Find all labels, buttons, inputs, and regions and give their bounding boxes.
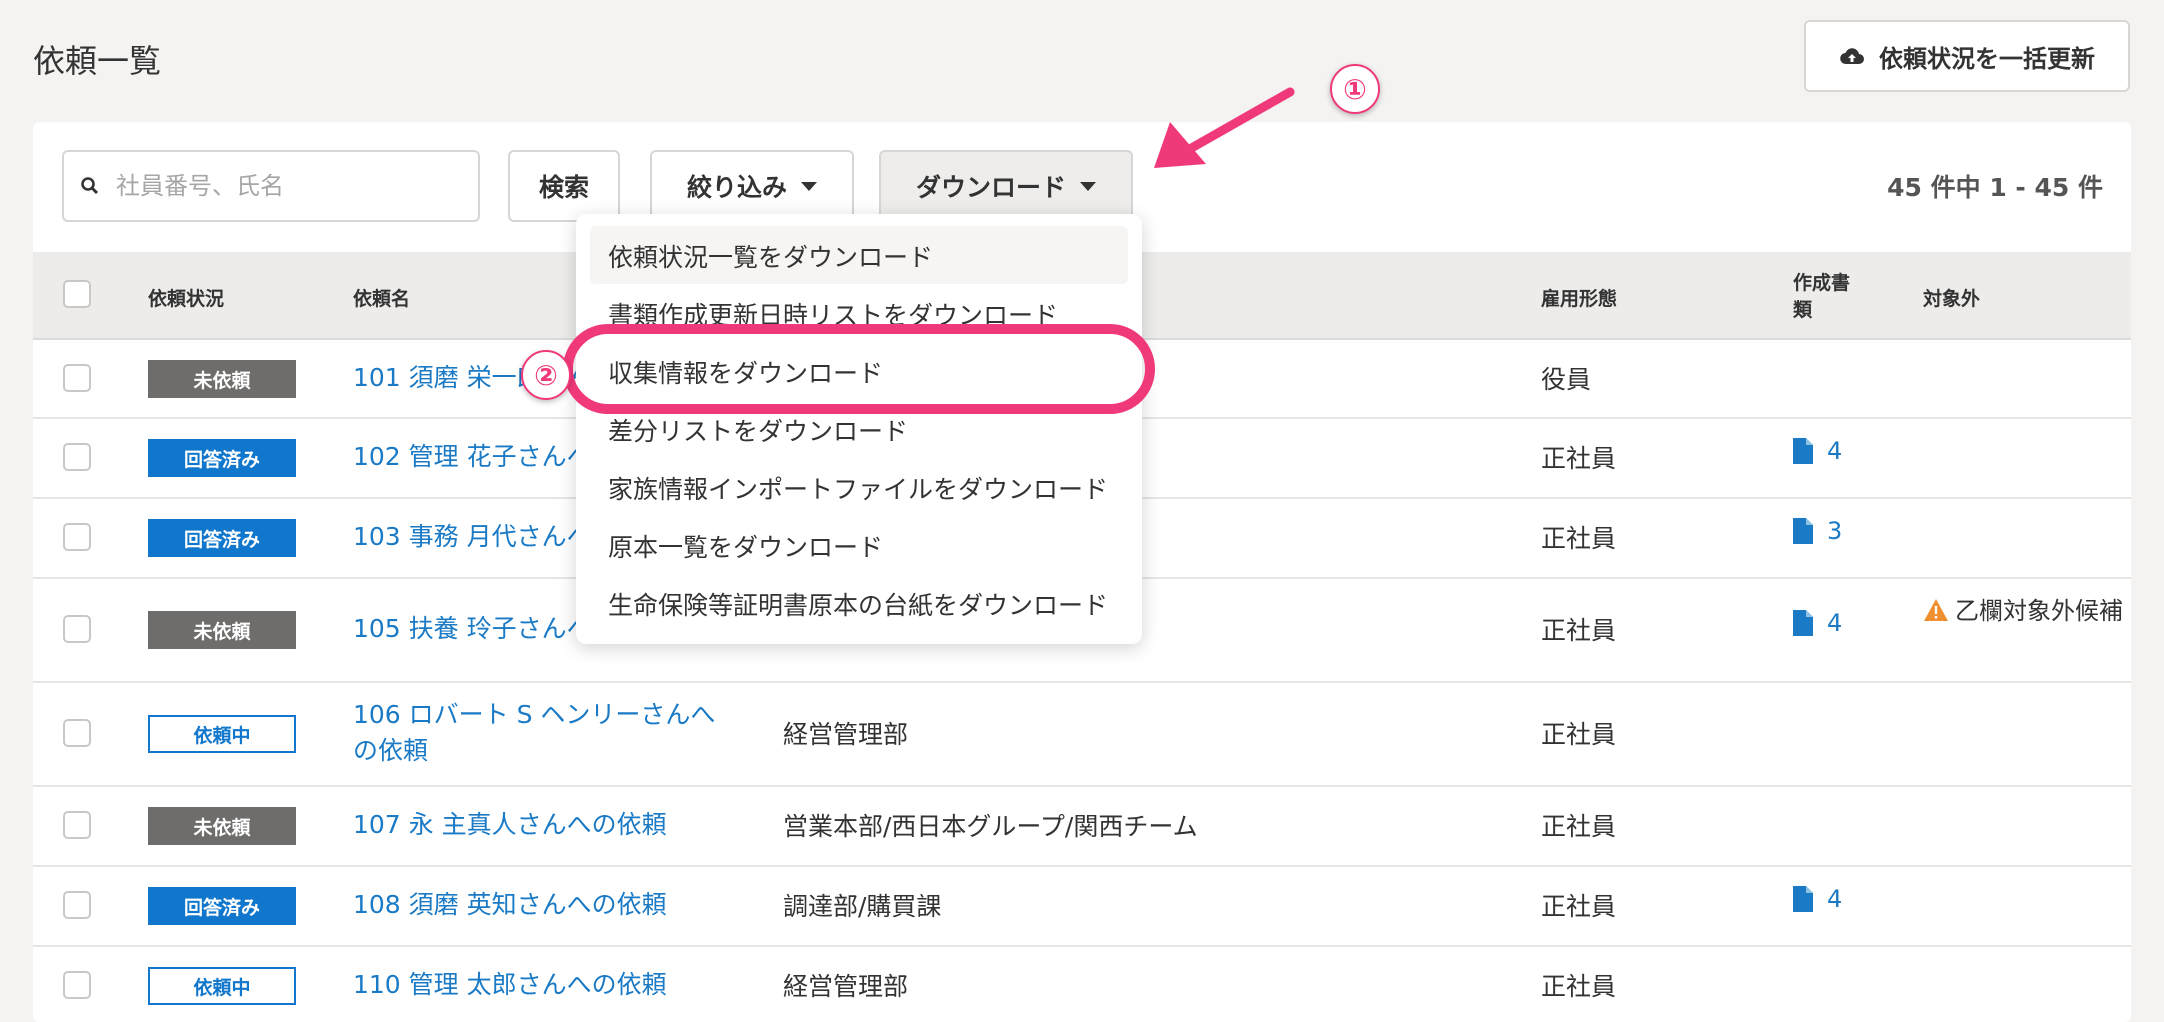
document-count-link[interactable]: 3 xyxy=(1793,517,1842,545)
filter-button-label: 絞り込み xyxy=(686,173,787,202)
status-badge: 回答済み xyxy=(148,887,296,925)
document-count-link[interactable]: 4 xyxy=(1793,437,1842,465)
download-menu: 依頼状況一覧をダウンロード 書類作成更新日時リストをダウンロード 収集情報をダウ… xyxy=(576,214,1142,644)
search-button-label: 検索 xyxy=(538,173,589,202)
excluded-note: 乙欄対象外候補 xyxy=(1923,593,2123,629)
menu-item-diff-list[interactable]: 差分リストをダウンロード xyxy=(608,412,908,448)
employment-type: 正社員 xyxy=(1541,616,1617,645)
status-badge: 依頼中 xyxy=(148,967,296,1005)
header-excluded: 対象外 xyxy=(1923,288,1981,310)
page-title: 依頼一覧 xyxy=(33,42,162,80)
search-input[interactable] xyxy=(114,171,458,201)
step-1-marker: ① xyxy=(1330,64,1380,114)
select-all-checkbox[interactable] xyxy=(63,280,91,308)
table-row[interactable]: 回答済み 108 須磨 英知さんへの依頼 調達部/購買課 正社員 4 xyxy=(33,867,2131,947)
department: 経営管理部 xyxy=(783,972,909,1001)
row-checkbox[interactable] xyxy=(63,719,91,747)
request-name-link[interactable]: 107 永 主真人さんへの依頼 xyxy=(353,807,667,843)
employment-type: 正社員 xyxy=(1541,720,1617,749)
department: 調達部/購買課 xyxy=(783,892,942,921)
employment-type: 正社員 xyxy=(1541,972,1617,1001)
header-docs: 作成書 類 xyxy=(1793,268,1850,322)
request-name-link[interactable]: 108 須磨 英知さんへの依頼 xyxy=(353,887,667,923)
menu-item-family-import[interactable]: 家族情報インポートファイルをダウンロード xyxy=(608,470,1108,506)
bulk-update-label: 依頼状況を一括更新 xyxy=(1879,44,2095,73)
row-checkbox[interactable] xyxy=(63,523,91,551)
request-name-link[interactable]: 110 管理 太郎さんへの依頼 xyxy=(353,967,667,1003)
pointer-arrow xyxy=(1154,87,1295,168)
status-badge: 回答済み xyxy=(148,519,296,557)
request-name-link[interactable]: 106 ロバート S ヘンリーさんへ の依頼 xyxy=(353,697,715,769)
highlight-box xyxy=(563,324,1155,414)
download-button-label: ダウンロード xyxy=(915,173,1066,202)
download-button[interactable]: ダウンロード xyxy=(879,150,1133,222)
row-checkbox[interactable] xyxy=(63,615,91,643)
status-badge: 依頼中 xyxy=(148,715,296,753)
header-docs-line2: 類 xyxy=(1793,299,1813,321)
request-name-line2: の依頼 xyxy=(353,736,429,765)
employment-type: 正社員 xyxy=(1541,444,1617,473)
table-row[interactable]: 依頼中 106 ロバート S ヘンリーさんへ の依頼 経営管理部 正社員 xyxy=(33,683,2131,787)
employment-type: 役員 xyxy=(1541,365,1592,394)
row-checkbox[interactable] xyxy=(63,811,91,839)
table-row[interactable]: 未依頼 107 永 主真人さんへの依頼 営業本部/西日本グループ/関西チーム 正… xyxy=(33,787,2131,867)
search-icon xyxy=(81,177,99,195)
menu-item-original-list[interactable]: 原本一覧をダウンロード xyxy=(608,528,883,564)
document-count: 4 xyxy=(1827,437,1843,465)
search-box[interactable] xyxy=(62,150,480,222)
status-badge: 未依頼 xyxy=(148,611,296,649)
search-button[interactable]: 検索 xyxy=(508,150,620,222)
employment-type: 正社員 xyxy=(1541,524,1617,553)
header-status: 依頼状況 xyxy=(148,288,225,310)
row-checkbox[interactable] xyxy=(63,364,91,392)
step-2-marker: ② xyxy=(521,350,571,400)
request-name-line1: 106 ロバート S ヘンリーさんへ xyxy=(353,700,716,729)
cloud-upload-icon xyxy=(1840,48,1864,65)
document-count: 4 xyxy=(1827,609,1843,637)
employment-type: 正社員 xyxy=(1541,892,1617,921)
filter-button[interactable]: 絞り込み xyxy=(650,150,854,222)
menu-item-request-status-list[interactable]: 依頼状況一覧をダウンロード xyxy=(608,238,933,274)
excluded-text: 乙欄対象外候補 xyxy=(1955,597,2123,625)
employment-type: 正社員 xyxy=(1541,812,1617,841)
status-badge: 未依頼 xyxy=(148,807,296,845)
result-count: 45 件中 1 - 45 件 xyxy=(1887,173,2103,202)
department: 営業本部/西日本グループ/関西チーム xyxy=(783,812,1198,841)
header-docs-line1: 作成書 xyxy=(1793,272,1851,294)
chevron-down-icon xyxy=(801,181,817,191)
header-employment: 雇用形態 xyxy=(1541,288,1618,310)
status-badge: 回答済み xyxy=(148,439,296,477)
menu-item-insurance-mount[interactable]: 生命保険等証明書原本の台紙をダウンロード xyxy=(608,586,1108,622)
document-icon xyxy=(1793,610,1813,636)
document-count: 4 xyxy=(1827,885,1843,913)
document-count: 3 xyxy=(1827,517,1843,545)
warning-icon xyxy=(1924,599,1948,621)
chevron-down-icon xyxy=(1080,181,1096,191)
table-row[interactable]: 依頼中 110 管理 太郎さんへの依頼 経営管理部 正社員 xyxy=(33,947,2131,1022)
row-checkbox[interactable] xyxy=(63,443,91,471)
row-checkbox[interactable] xyxy=(63,971,91,999)
row-checkbox[interactable] xyxy=(63,891,91,919)
document-icon xyxy=(1793,518,1813,544)
department: 経営管理部 xyxy=(783,720,909,749)
header-name: 依頼名 xyxy=(353,288,411,310)
document-count-link[interactable]: 4 xyxy=(1793,885,1842,913)
document-icon xyxy=(1793,438,1813,464)
document-icon xyxy=(1793,886,1813,912)
status-badge: 未依頼 xyxy=(148,360,296,398)
document-count-link[interactable]: 4 xyxy=(1793,609,1842,637)
bulk-update-button[interactable]: 依頼状況を一括更新 xyxy=(1804,20,2130,92)
